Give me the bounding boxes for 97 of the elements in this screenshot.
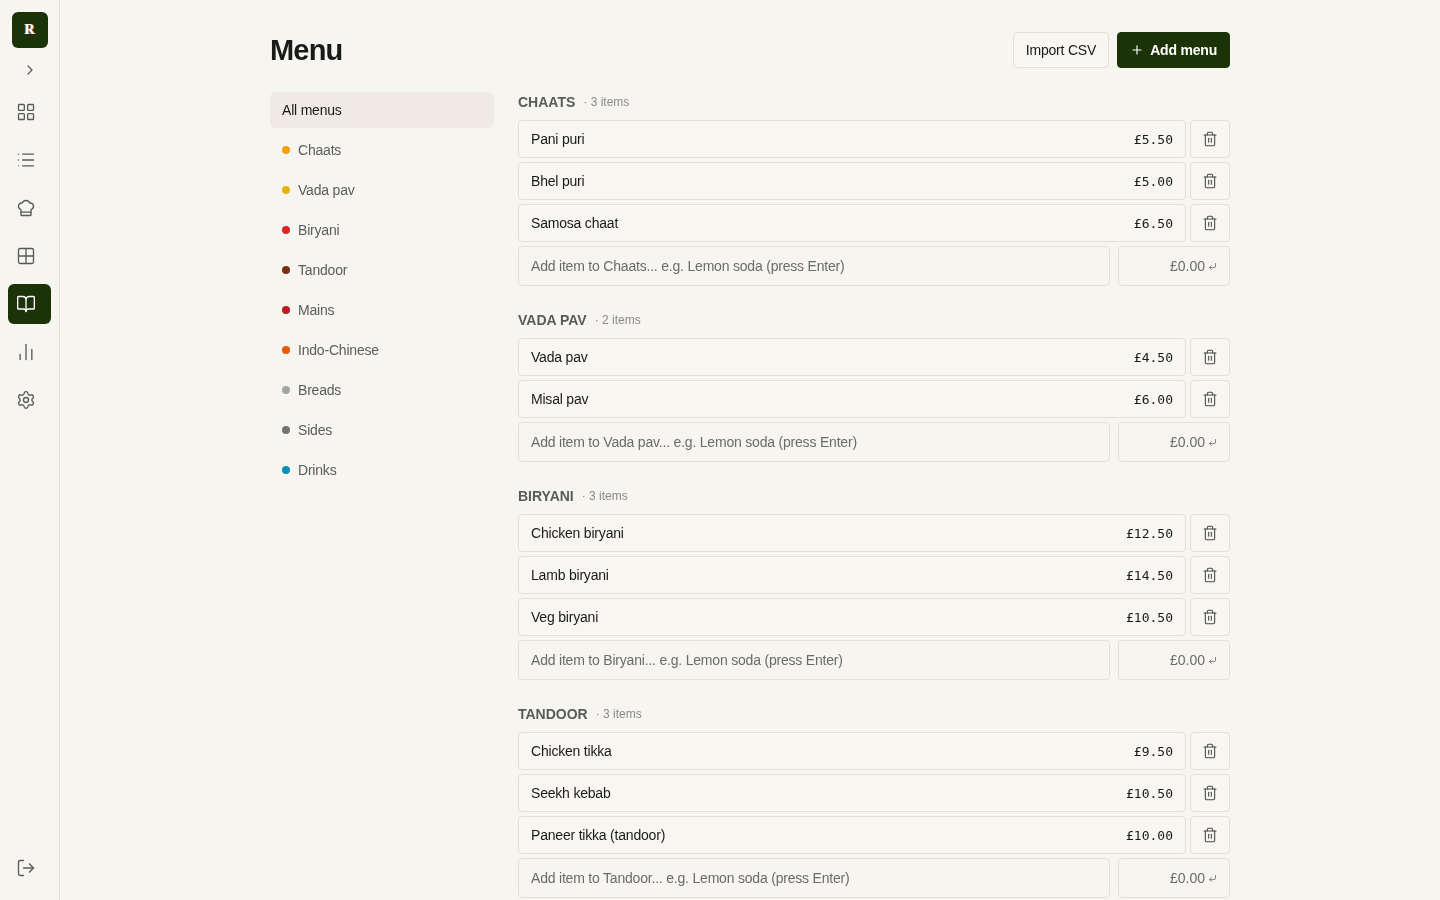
menu-item-row[interactable]: Pani puri £5.50 bbox=[518, 120, 1186, 158]
import-button[interactable]: Import CSV bbox=[1012, 32, 1110, 68]
menu-item-row[interactable]: Seekh kebab £10.50 bbox=[518, 774, 1186, 812]
price-input-field[interactable]: £0.00 bbox=[1118, 246, 1230, 286]
settings-icon bbox=[16, 390, 36, 410]
add-item-input[interactable]: Add item to Chaats... e.g. Lemon soda (press Enter) bbox=[518, 246, 1110, 286]
trash-icon bbox=[1202, 525, 1218, 541]
category-item[interactable]: Mains bbox=[270, 292, 494, 328]
menu-item-row[interactable]: Bhel puri £5.00 bbox=[518, 162, 1186, 200]
category-item[interactable]: Indo-Chinese bbox=[270, 332, 494, 368]
category-item[interactable]: Vada pav bbox=[270, 172, 494, 208]
price-input-field[interactable]: £0.00 bbox=[1118, 640, 1230, 680]
add-item-input[interactable]: Add item to Vada pav... e.g. Lemon soda (press Enter) bbox=[518, 422, 1110, 462]
item-name: Seekh kebab bbox=[531, 785, 611, 801]
enter-key-icon bbox=[1208, 438, 1217, 447]
category-item[interactable]: Drinks bbox=[270, 452, 494, 488]
category-item[interactable]: Chaats bbox=[270, 132, 494, 168]
delete-button[interactable] bbox=[1190, 556, 1230, 594]
item-count: · 3 items bbox=[595, 707, 642, 721]
section-title: BIRYANI bbox=[518, 488, 574, 504]
item-price: £6.50 bbox=[1133, 215, 1173, 231]
trash-icon bbox=[1202, 173, 1218, 189]
menu-item-row[interactable]: Lamb biryani £14.50 bbox=[518, 556, 1186, 594]
delete-button[interactable] bbox=[1190, 514, 1230, 552]
category-item[interactable]: All menus bbox=[270, 92, 494, 128]
section-title: TANDOOR bbox=[518, 706, 588, 722]
delete-button[interactable] bbox=[1190, 774, 1230, 812]
section-title: CHAATS bbox=[518, 94, 576, 110]
delete-button[interactable] bbox=[1190, 162, 1230, 200]
trash-icon bbox=[1202, 827, 1218, 843]
delete-button[interactable] bbox=[1190, 380, 1230, 418]
add-menu-button[interactable]: Add menu bbox=[1117, 32, 1230, 68]
item-price: £6.00 bbox=[1133, 391, 1173, 407]
delete-button[interactable] bbox=[1190, 204, 1230, 242]
trash-icon bbox=[1202, 131, 1218, 147]
item-count: · 3 items bbox=[583, 95, 630, 109]
logout-icon bbox=[16, 858, 36, 878]
item-name: Misal pav bbox=[531, 391, 589, 407]
item-name: Bhel puri bbox=[531, 173, 585, 189]
item-price: £5.00 bbox=[1133, 173, 1173, 189]
item-price: £9.50 bbox=[1133, 743, 1173, 759]
item-name: Chicken tikka bbox=[531, 743, 612, 759]
menu-item-row[interactable]: Paneer tikka (tandoor) £10.00 bbox=[518, 816, 1186, 854]
category-item[interactable]: Sides bbox=[270, 412, 494, 448]
trash-icon bbox=[1202, 215, 1218, 231]
category-item[interactable]: Breads bbox=[270, 372, 494, 408]
trash-icon bbox=[1202, 785, 1218, 801]
nav-button[interactable] bbox=[8, 284, 51, 324]
trash-icon bbox=[1202, 349, 1218, 365]
add-item-input[interactable]: Add item to Biryani... e.g. Lemon soda (press Enter) bbox=[518, 640, 1110, 680]
book-icon bbox=[16, 294, 36, 314]
menu-item-row[interactable]: Chicken tikka £9.50 bbox=[518, 732, 1186, 770]
menu-item-row[interactable]: Vada pav £4.50 bbox=[518, 338, 1186, 376]
price-input-field[interactable]: £0.00 bbox=[1118, 422, 1230, 462]
item-name: Vada pav bbox=[531, 349, 588, 365]
chef-hat-icon bbox=[16, 198, 36, 218]
grid-icon bbox=[16, 102, 36, 122]
enter-key-icon bbox=[1208, 656, 1217, 665]
page-title: Menu bbox=[270, 33, 343, 67]
item-price: £4.50 bbox=[1133, 349, 1173, 365]
enter-key-icon bbox=[1208, 262, 1217, 271]
item-price: £10.00 bbox=[1126, 827, 1173, 843]
category-item[interactable]: Biryani bbox=[270, 212, 494, 248]
item-name: Veg biryani bbox=[531, 609, 599, 625]
delete-button[interactable] bbox=[1190, 732, 1230, 770]
item-name: Pani puri bbox=[531, 131, 585, 147]
plus-icon bbox=[1130, 43, 1145, 57]
menu-item-row[interactable]: Misal pav £6.00 bbox=[518, 380, 1186, 418]
delete-button[interactable] bbox=[1190, 338, 1230, 376]
delete-button[interactable] bbox=[1190, 598, 1230, 636]
item-name: Chicken biryani bbox=[531, 525, 624, 541]
item-count: · 2 items bbox=[594, 313, 641, 327]
item-name: Paneer tikka (tandoor) bbox=[531, 827, 666, 843]
enter-key-icon bbox=[1208, 874, 1217, 883]
category-item[interactable]: Tandoor bbox=[270, 252, 494, 288]
item-price: £14.50 bbox=[1126, 567, 1173, 583]
trash-icon bbox=[1202, 743, 1218, 759]
item-name: Lamb biryani bbox=[531, 567, 609, 583]
trash-icon bbox=[1202, 609, 1218, 625]
item-price: £10.50 bbox=[1126, 609, 1173, 625]
price-input-field[interactable]: £0.00 bbox=[1118, 858, 1230, 898]
menu-item-row[interactable]: Chicken biryani £12.50 bbox=[518, 514, 1186, 552]
delete-button[interactable] bbox=[1190, 816, 1230, 854]
add-item-input[interactable]: Add item to Tandoor... e.g. Lemon soda (press Enter) bbox=[518, 858, 1110, 898]
item-price: £5.50 bbox=[1133, 131, 1173, 147]
trash-icon bbox=[1202, 567, 1218, 583]
delete-button[interactable] bbox=[1190, 120, 1230, 158]
app-logo[interactable]: R bbox=[11, 12, 48, 48]
item-count: · 3 items bbox=[581, 489, 628, 503]
section-title: VADA PAV bbox=[518, 312, 587, 328]
item-price: £10.50 bbox=[1126, 785, 1173, 801]
trash-icon bbox=[1202, 391, 1218, 407]
item-name: Samosa chaat bbox=[531, 215, 619, 231]
table-icon bbox=[16, 246, 36, 266]
item-price: £12.50 bbox=[1126, 525, 1173, 541]
menu-item-row[interactable]: Samosa chaat £6.50 bbox=[518, 204, 1186, 242]
menu-item-row[interactable]: Veg biryani £10.50 bbox=[518, 598, 1186, 636]
